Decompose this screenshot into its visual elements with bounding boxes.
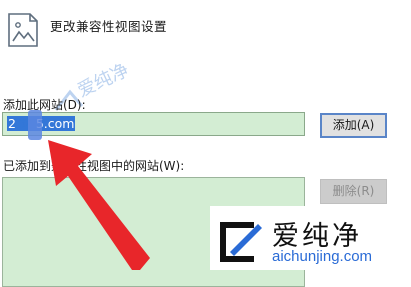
brand-logo-icon [220, 222, 262, 262]
dialog-title: 更改兼容性视图设置 [50, 19, 168, 34]
brand-watermark: 爱纯净 aichunjing.com [210, 206, 411, 270]
brand-url: aichunjing.com [272, 248, 373, 265]
text-cursor [28, 110, 42, 140]
site-url-input[interactable]: 2 34 5.com [2, 112, 305, 136]
delete-button[interactable]: 删除(R) [320, 179, 387, 204]
add-site-label: 添加此网站(D): [3, 98, 86, 112]
site-list-label: 已添加到兼容性视图中的网站(W): [3, 159, 185, 173]
selected-text: 2 [7, 116, 17, 131]
add-button[interactable]: 添加(A) [320, 113, 387, 138]
picture-settings-icon [8, 13, 38, 47]
